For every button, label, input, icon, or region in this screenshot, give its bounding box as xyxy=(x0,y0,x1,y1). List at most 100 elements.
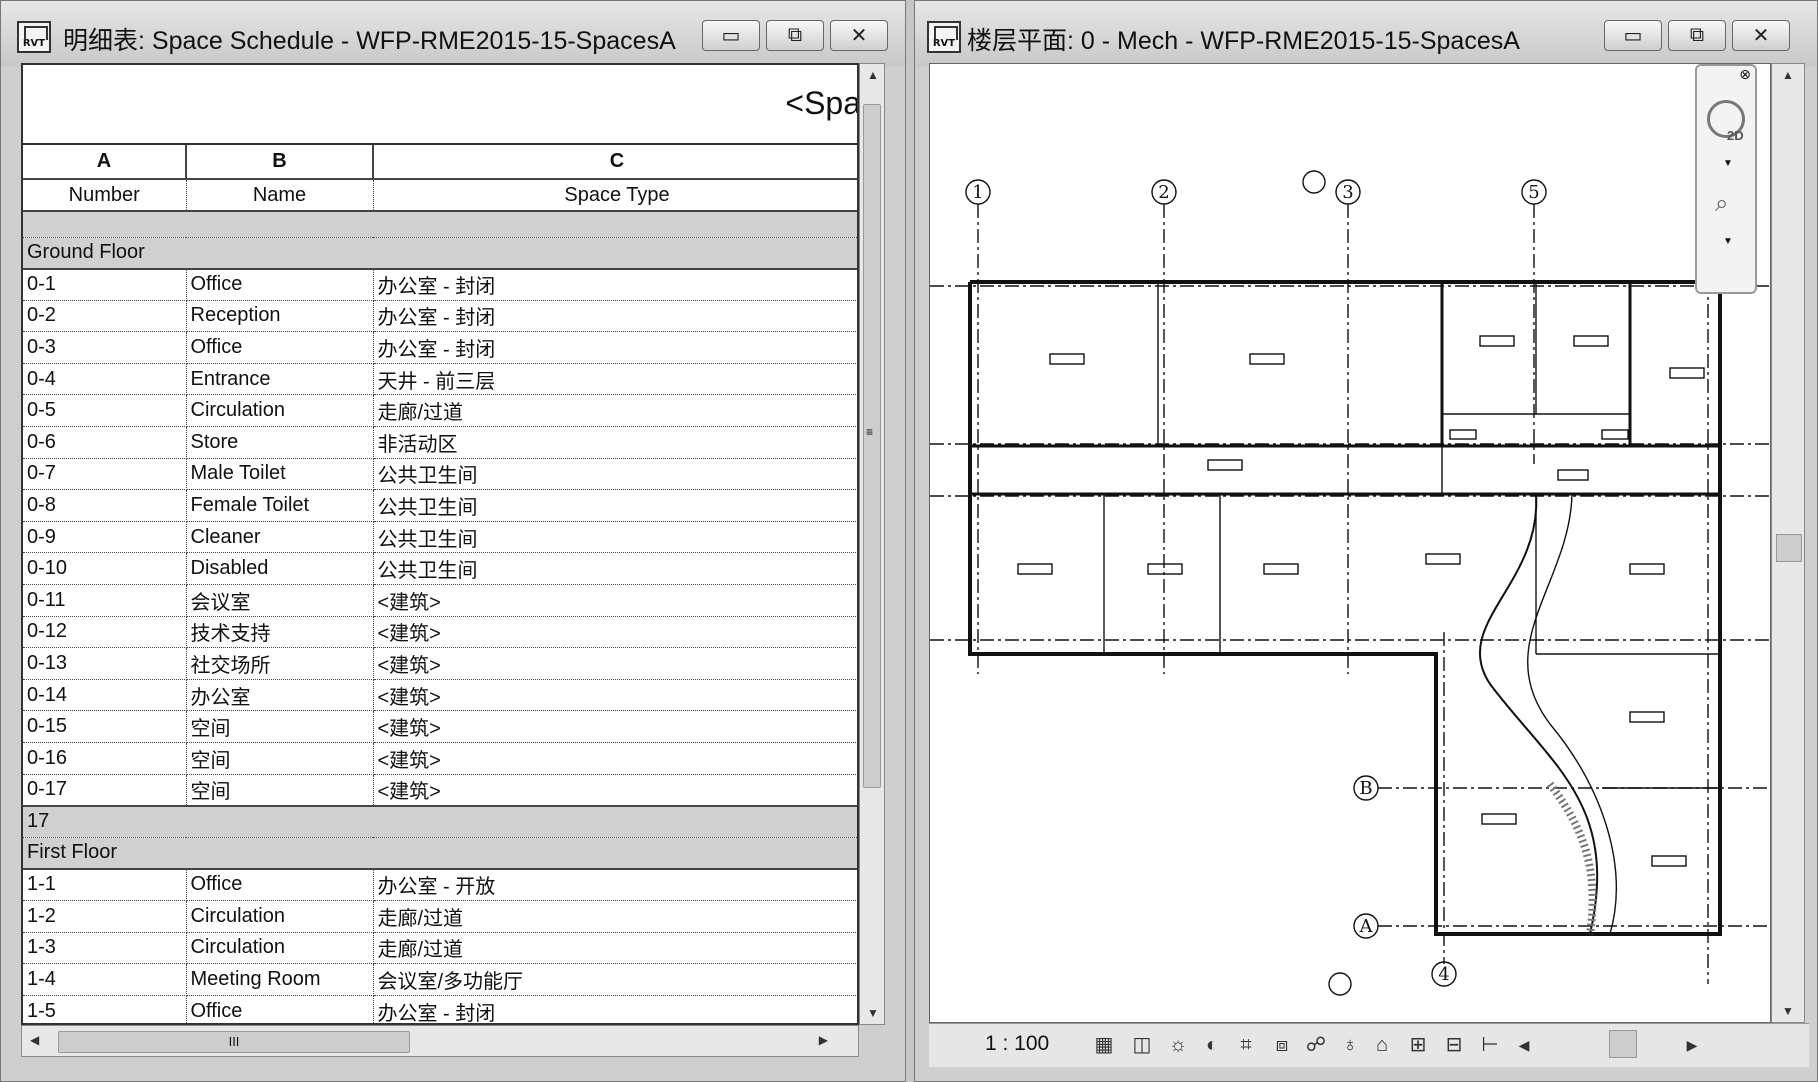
column-letter-b[interactable]: B xyxy=(186,145,374,180)
highlight-displacement-icon[interactable]: ⊟ xyxy=(1441,1032,1467,1058)
column-header-c[interactable]: Space Type xyxy=(373,179,857,212)
restore-button[interactable]: ⧉ xyxy=(766,20,824,51)
cell-space-type[interactable]: 走廊/过道 xyxy=(373,394,857,428)
cell-name[interactable]: Office xyxy=(186,868,374,901)
cell-number[interactable]: 1-1 xyxy=(23,868,187,901)
table-row[interactable]: 0-7 Male Toilet 公共卫生间 xyxy=(23,458,857,491)
navigation-bar[interactable]: ⊗ 2D ▼ ⌕ ▼ xyxy=(1695,64,1757,294)
cell-name[interactable]: Female Toilet xyxy=(186,489,374,522)
scroll-left-arrow-icon[interactable]: ◀ xyxy=(30,1033,39,1047)
table-row[interactable]: 0-8 Female Toilet 公共卫生间 xyxy=(23,489,857,522)
scroll-right-arrow-icon[interactable]: ▶ xyxy=(819,1033,828,1047)
cell-name[interactable]: 空间 xyxy=(186,710,374,743)
schedule-vertical-scrollbar[interactable]: ▲ ≡ ▼ xyxy=(859,63,885,1025)
horizontal-scroll-thumb[interactable]: III xyxy=(58,1031,410,1053)
cell-number[interactable]: 0-12 xyxy=(23,616,187,649)
floorplan-vertical-scrollbar[interactable]: ▲ ▼ xyxy=(1771,63,1805,1023)
cell-space-type[interactable]: 办公室 - 封闭 xyxy=(373,300,857,333)
scroll-left-arrow-icon[interactable]: ◀ xyxy=(1511,1032,1537,1058)
table-row[interactable]: 0-4 Entrance 天井 - 前三层 xyxy=(23,363,857,396)
cell-name[interactable]: 空间 xyxy=(186,774,374,807)
cell-number[interactable]: 0-13 xyxy=(23,647,187,680)
table-row[interactable]: 0-17 空间 <建筑> xyxy=(23,774,857,807)
detail-level-icon[interactable]: ▦ xyxy=(1091,1032,1117,1058)
group-header-row[interactable]: First Floor xyxy=(23,837,857,870)
cell-name[interactable]: 办公室 xyxy=(186,679,374,712)
cell-space-type[interactable]: 公共卫生间 xyxy=(373,458,857,491)
table-row[interactable]: 0-13 社交场所 <建筑> xyxy=(23,647,857,680)
cell-number[interactable]: 0-16 xyxy=(23,742,187,775)
cell-name[interactable]: 社交场所 xyxy=(186,647,374,680)
cell-space-type[interactable]: 公共卫生间 xyxy=(373,521,857,554)
zoom-dropdown-icon[interactable]: ▼ xyxy=(1723,236,1733,247)
cell-name[interactable]: Cleaner xyxy=(186,521,374,554)
cell-number[interactable]: 1-5 xyxy=(23,995,187,1023)
cell-number[interactable]: 1-3 xyxy=(23,932,187,965)
schedule-table-area[interactable]: <Spa A B C Number Name Space Type Ground Floor… xyxy=(21,63,859,1025)
cell-number[interactable]: 0-8 xyxy=(23,489,187,522)
cell-space-type[interactable]: 走廊/过道 xyxy=(373,900,857,933)
table-row[interactable]: 0-6 Store 非活动区 xyxy=(23,426,857,459)
cell-name[interactable]: Reception xyxy=(186,300,374,333)
cell-name[interactable]: Meeting Room xyxy=(186,963,374,996)
cell-space-type[interactable]: <建筑> xyxy=(373,616,857,649)
revit-app-icon[interactable]: RVT xyxy=(927,21,961,53)
column-letter-a[interactable]: A xyxy=(23,145,187,180)
table-row[interactable]: 0-1 Office 办公室 - 封闭 xyxy=(23,268,857,301)
cell-space-type[interactable]: 会议室/多功能厅 xyxy=(373,963,857,996)
schedule-titlebar[interactable]: RVT 明细表: Space Schedule - WFP-RME2015-15… xyxy=(1,1,905,67)
analytical-model-icon[interactable]: ⊞ xyxy=(1405,1032,1431,1058)
table-row[interactable]: 0-2 Reception 办公室 - 封闭 xyxy=(23,300,857,333)
lock-3d-icon[interactable]: ⌂ xyxy=(1369,1032,1395,1058)
cell-number[interactable]: 0-6 xyxy=(23,426,187,459)
cell-number[interactable]: 1-2 xyxy=(23,900,187,933)
cell-space-type[interactable]: <建筑> xyxy=(373,710,857,743)
cell-name[interactable]: 会议室 xyxy=(186,584,374,617)
scroll-up-arrow-icon[interactable]: ▲ xyxy=(1782,68,1794,82)
cell-space-type[interactable]: <建筑> xyxy=(373,774,857,807)
cell-space-type[interactable]: 办公室 - 封闭 xyxy=(373,331,857,364)
revit-app-icon[interactable]: RVT xyxy=(17,21,51,53)
cell-number[interactable]: 1-4 xyxy=(23,963,187,996)
table-row[interactable]: 0-9 Cleaner 公共卫生间 xyxy=(23,521,857,554)
horizontal-scroll-thumb[interactable] xyxy=(1609,1030,1637,1058)
cell-name[interactable]: 技术支持 xyxy=(186,616,374,649)
vertical-scroll-thumb[interactable]: ≡ xyxy=(863,104,881,788)
cell-name[interactable]: Office xyxy=(186,331,374,364)
cell-space-type[interactable]: 办公室 - 开放 xyxy=(373,868,857,901)
cell-space-type[interactable]: 公共卫生间 xyxy=(373,552,857,586)
cell-name[interactable]: Circulation xyxy=(186,932,374,965)
table-row[interactable]: 1-3 Circulation 走廊/过道 xyxy=(23,932,857,965)
cell-space-type[interactable]: <建筑> xyxy=(373,647,857,680)
navbar-close-icon[interactable]: ⊗ xyxy=(1739,66,1751,83)
scroll-right-arrow-icon[interactable]: ▶ xyxy=(1679,1032,1705,1058)
floor-plan-canvas[interactable]: 1 2 3 5 6 4 B A xyxy=(929,63,1772,1023)
column-header-a[interactable]: Number xyxy=(23,179,187,212)
view-scale[interactable]: 1 : 100 xyxy=(985,1032,1049,1056)
cell-space-type[interactable]: <建筑> xyxy=(373,584,857,617)
cell-name[interactable]: Office xyxy=(186,995,374,1023)
cell-name[interactable]: Store xyxy=(186,426,374,459)
table-row[interactable]: 0-10 Disabled 公共卫生间 xyxy=(23,552,857,586)
table-row[interactable]: 0-15 空间 <建筑> xyxy=(23,710,857,743)
cell-number[interactable]: 0-3 xyxy=(23,331,187,364)
restore-button[interactable]: ⧉ xyxy=(1668,20,1726,51)
show-crop-region-icon[interactable]: ⧈ xyxy=(1269,1032,1295,1058)
crop-view-icon[interactable]: ⌗ xyxy=(1233,1032,1259,1058)
table-row[interactable]: 0-12 技术支持 <建筑> xyxy=(23,616,857,649)
scroll-down-arrow-icon[interactable]: ▼ xyxy=(1782,1004,1794,1018)
table-row[interactable]: 0-3 Office 办公室 - 封闭 xyxy=(23,331,857,364)
zoom-icon[interactable]: ⌕ xyxy=(1715,190,1728,218)
table-row[interactable]: 0-14 办公室 <建筑> xyxy=(23,679,857,712)
cell-space-type[interactable]: 非活动区 xyxy=(373,426,857,459)
cell-space-type[interactable]: <建筑> xyxy=(373,742,857,775)
cell-name[interactable]: 空间 xyxy=(186,742,374,775)
floorplan-titlebar[interactable]: RVT 楼层平面: 0 - Mech - WFP-RME2015-15-Spac… xyxy=(915,1,1817,67)
cell-space-type[interactable]: <建筑> xyxy=(373,679,857,712)
reveal-hidden-icon[interactable]: ♁ xyxy=(1337,1032,1363,1058)
sun-path-icon[interactable]: ☼ xyxy=(1165,1032,1191,1058)
temporary-hide-icon[interactable]: ☍ xyxy=(1303,1032,1329,1058)
cell-number[interactable]: 0-9 xyxy=(23,521,187,554)
cell-number[interactable]: 0-5 xyxy=(23,394,187,428)
cell-name[interactable]: Male Toilet xyxy=(186,458,374,491)
